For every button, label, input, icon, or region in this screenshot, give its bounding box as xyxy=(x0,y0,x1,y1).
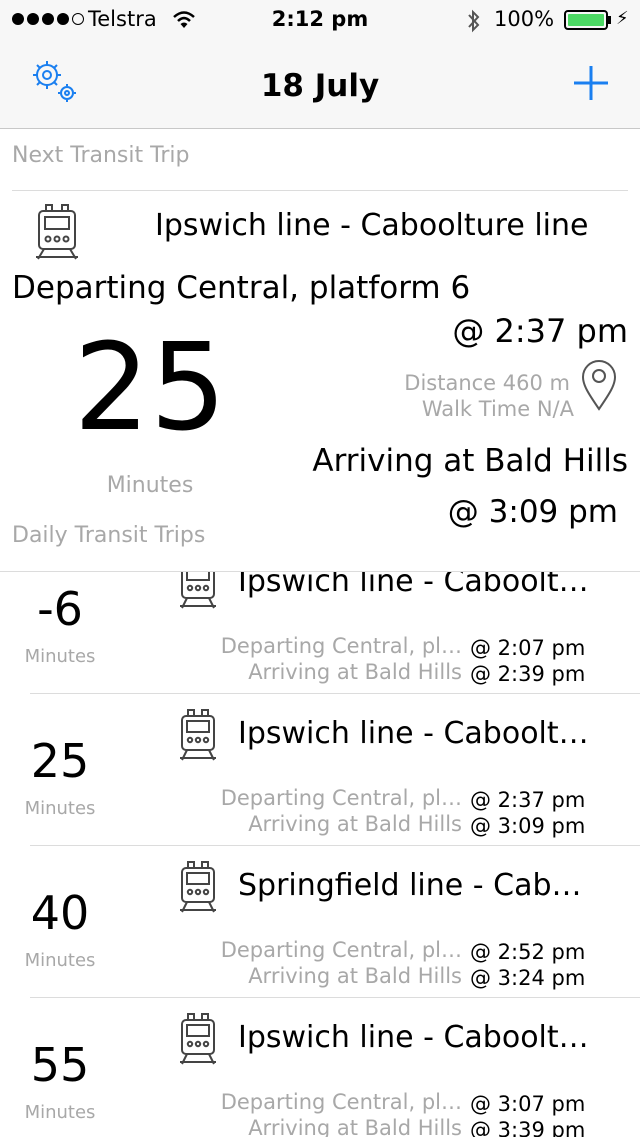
trip-minutes-label: Minutes xyxy=(24,646,96,667)
minutes-countdown: 25 xyxy=(73,319,227,458)
departing-label: Departing Central, platform 6 xyxy=(12,270,471,306)
nav-bar: 18 July xyxy=(0,40,640,129)
trip-row[interactable]: 55 Minutes Ipswich line - Caboolt… Departin… xyxy=(0,998,640,1137)
trip-minutes-label: Minutes xyxy=(24,1102,96,1123)
charging-icon: ⚡ xyxy=(616,8,629,29)
battery-percent: 100% xyxy=(494,7,555,31)
bluetooth-icon xyxy=(468,9,480,33)
map-pin-icon[interactable] xyxy=(580,359,618,411)
train-icon xyxy=(180,572,216,614)
trip-minutes: 55 xyxy=(30,1038,90,1092)
train-icon xyxy=(180,860,216,918)
trip-departing: Departing Central, pl… xyxy=(220,938,462,962)
next-trip-card[interactable]: Ipswich line - Caboolture line Departing… xyxy=(0,191,640,571)
daily-trips-section-label: Daily Transit Trips xyxy=(12,523,206,548)
status-bar: Telstra 2:12 pm 100% ⚡ xyxy=(0,0,640,40)
trip-arriving-time: @ 3:09 pm xyxy=(470,814,586,838)
walk-time-label: Walk Time N/A xyxy=(421,397,574,421)
trip-departing: Departing Central, pl… xyxy=(220,1090,462,1114)
trip-arriving-time: @ 2:39 pm xyxy=(470,662,586,686)
trip-route: Ipswich line - Caboolt… xyxy=(238,716,589,751)
trip-arriving: Arriving at Bald Hills xyxy=(248,964,462,988)
trip-row[interactable]: 40 Minutes Springfield line - Cab… Departin… xyxy=(0,846,640,998)
trip-departing-time: @ 2:37 pm xyxy=(470,788,586,812)
distance-label: Distance 460 m xyxy=(404,371,570,395)
trip-departing: Departing Central, pl… xyxy=(220,786,462,810)
departing-time: @ 2:37 pm xyxy=(452,312,628,350)
trip-row[interactable]: 25 Minutes Ipswich line - Caboolt… Departin… xyxy=(0,694,640,846)
battery-icon xyxy=(564,10,608,30)
trip-row[interactable]: -6 Minutes Ipswich line - Caboolt… Departin… xyxy=(0,571,640,694)
trip-arriving: Arriving at Bald Hills xyxy=(248,812,462,836)
trip-minutes: 25 xyxy=(30,734,90,788)
route-name: Ipswich line - Caboolture line xyxy=(155,208,589,243)
arriving-label: Arriving at Bald Hills xyxy=(312,443,628,479)
trip-route: Springfield line - Cab… xyxy=(238,868,582,903)
next-trip-section-label: Next Transit Trip xyxy=(12,143,190,168)
trip-minutes: 40 xyxy=(30,886,90,940)
train-icon xyxy=(180,708,216,766)
trip-departing-time: @ 2:52 pm xyxy=(470,940,586,964)
trip-minutes-label: Minutes xyxy=(24,798,96,819)
plus-icon[interactable] xyxy=(572,64,610,102)
trip-departing: Departing Central, pl… xyxy=(220,634,462,658)
trip-minutes: -6 xyxy=(37,582,83,636)
trip-arriving: Arriving at Bald Hills xyxy=(248,1116,462,1137)
page-title: 18 July xyxy=(260,68,380,104)
daily-trips-list[interactable]: -6 Minutes Ipswich line - Caboolt… Departin… xyxy=(0,571,640,1137)
trip-arriving-time: @ 3:39 pm xyxy=(470,1118,586,1137)
trip-route: Ipswich line - Caboolt… xyxy=(238,571,589,599)
trip-minutes-label: Minutes xyxy=(24,950,96,971)
train-icon xyxy=(180,1012,216,1070)
trip-arriving: Arriving at Bald Hills xyxy=(248,660,462,684)
arriving-time: @ 3:09 pm xyxy=(447,494,618,530)
trip-departing-time: @ 3:07 pm xyxy=(470,1092,586,1116)
minutes-label: Minutes xyxy=(106,473,194,498)
trip-route: Ipswich line - Caboolt… xyxy=(238,1020,589,1055)
battery-tip xyxy=(608,16,611,24)
trip-arriving-time: @ 3:24 pm xyxy=(470,966,586,990)
train-icon xyxy=(36,204,78,260)
trip-departing-time: @ 2:07 pm xyxy=(470,636,586,660)
